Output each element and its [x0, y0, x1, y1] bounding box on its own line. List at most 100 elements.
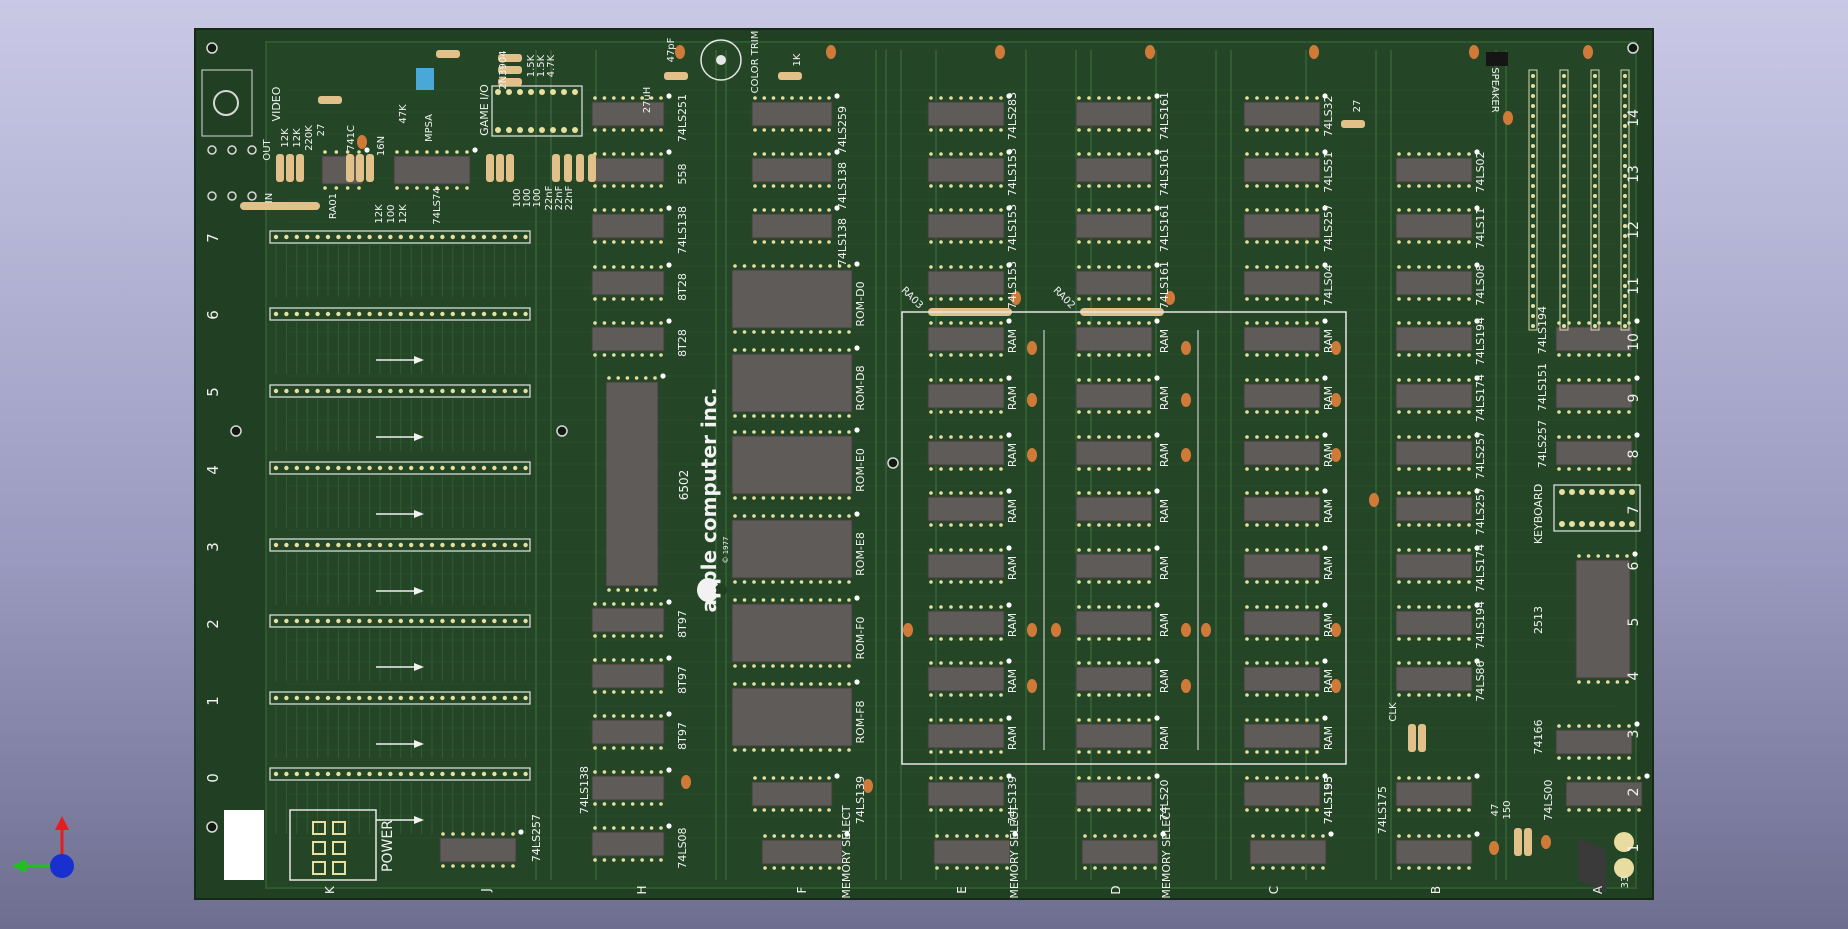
- slot-pin: [450, 388, 455, 394]
- chip-col-f: [751, 213, 833, 239]
- capacitor: [681, 775, 691, 789]
- ic-pin: [1467, 240, 1471, 244]
- ic-pin: [939, 776, 943, 780]
- ic-pin: [1117, 96, 1121, 100]
- ic-pin: [799, 96, 804, 100]
- edge-pin: [1593, 174, 1597, 178]
- slot-pin: [273, 618, 279, 624]
- edge-pin: [1593, 194, 1597, 198]
- ic-pin: [593, 128, 597, 132]
- slot-pin: [294, 695, 299, 701]
- ic-pin: [1291, 834, 1295, 838]
- ic-pin: [1275, 467, 1279, 471]
- ic-pin: [1295, 265, 1299, 269]
- ic-pin: [1107, 435, 1111, 439]
- chip-label: 74LS194: [1536, 306, 1549, 354]
- ic-pin: [809, 834, 814, 838]
- ic-pin: [929, 693, 933, 697]
- slot-pin: [429, 234, 435, 240]
- slot-pin: [325, 771, 331, 777]
- ic-pin: [1117, 580, 1121, 584]
- edge-pin: [1562, 74, 1566, 78]
- ic-pin: [471, 832, 475, 836]
- ic-pin: [1251, 834, 1255, 838]
- board-label: 22nF: [564, 185, 575, 210]
- ic-pin: [1107, 321, 1111, 325]
- ic-pin: [1407, 353, 1411, 357]
- ic-pin: [809, 496, 813, 500]
- slot-pin: [502, 695, 507, 701]
- ic-pin: [969, 491, 973, 495]
- ic-pin: [1087, 152, 1091, 156]
- ic-pin: [1265, 605, 1269, 609]
- ic-pin: [1265, 491, 1269, 495]
- capacitor: [1027, 393, 1037, 407]
- chip-label: RAM: [1158, 613, 1171, 637]
- ic-pin: [621, 770, 626, 774]
- ic-pin: [809, 330, 813, 334]
- ic-pin: [1627, 808, 1631, 812]
- ic-pin: [837, 748, 842, 752]
- ic-pin: [593, 321, 597, 325]
- ic-pin: [612, 602, 616, 606]
- pin1-marker: [1006, 488, 1012, 494]
- ic-pin: [1305, 637, 1309, 641]
- ic-pin: [1467, 808, 1471, 812]
- ic-pin: [1103, 866, 1107, 870]
- ic-pin: [965, 866, 969, 870]
- slot-pin: [492, 234, 497, 240]
- slot-pin: [377, 618, 383, 624]
- ic-pin: [1117, 435, 1121, 439]
- pin1-marker: [854, 511, 860, 517]
- ic-pin: [959, 580, 963, 584]
- ic-pin: [612, 714, 616, 718]
- ic-pin: [989, 240, 993, 244]
- ic-pin: [1133, 866, 1137, 870]
- capacitor: [1583, 45, 1593, 59]
- ic-pin: [1587, 776, 1591, 780]
- chip-col_d: [1075, 157, 1153, 183]
- edge-pin: [1562, 184, 1566, 188]
- ic-pin: [593, 634, 597, 638]
- ic-pin: [1587, 756, 1591, 760]
- edge-pin: [1593, 134, 1597, 138]
- ic-pin: [1147, 750, 1151, 754]
- ic-pin: [1137, 605, 1141, 609]
- ic-pin: [929, 637, 933, 641]
- ic-pin: [780, 152, 785, 156]
- ic-pin: [649, 184, 654, 188]
- chip-col_c: [1243, 781, 1321, 807]
- ic-pin: [334, 186, 339, 190]
- slot-pin: [409, 388, 414, 394]
- ic-pin: [1245, 808, 1249, 812]
- ic-pin: [939, 661, 943, 665]
- ic-pin: [939, 96, 943, 100]
- ic-pin: [1255, 776, 1259, 780]
- ic-pin: [1265, 208, 1269, 212]
- chip-col-h: [591, 270, 665, 296]
- ic-pin: [949, 265, 953, 269]
- ic-pin: [781, 866, 786, 870]
- pin1-marker: [854, 427, 860, 433]
- slot-pin: [284, 388, 289, 394]
- axis-orientation-widget[interactable]: [8, 810, 88, 890]
- ic-pin: [1397, 152, 1401, 156]
- slot-pin: [471, 465, 476, 471]
- ic-pin: [969, 750, 973, 754]
- slot-pin: [305, 388, 310, 394]
- resistor: [506, 154, 514, 182]
- ic-pin: [989, 435, 993, 439]
- ic-pin: [1587, 321, 1591, 325]
- ic-pin: [1427, 208, 1431, 212]
- ic-pin: [999, 297, 1003, 301]
- ic-pin: [742, 264, 747, 268]
- ic-pin: [1305, 152, 1309, 156]
- ic-pin: [659, 802, 663, 806]
- slot-pin: [502, 465, 507, 471]
- slot-pin: [325, 465, 331, 471]
- slot-pin: [284, 311, 289, 317]
- ic-pin: [1427, 834, 1431, 838]
- slot-pin: [398, 542, 403, 548]
- edge-pin: [1593, 154, 1597, 158]
- ic-pin: [1315, 776, 1319, 780]
